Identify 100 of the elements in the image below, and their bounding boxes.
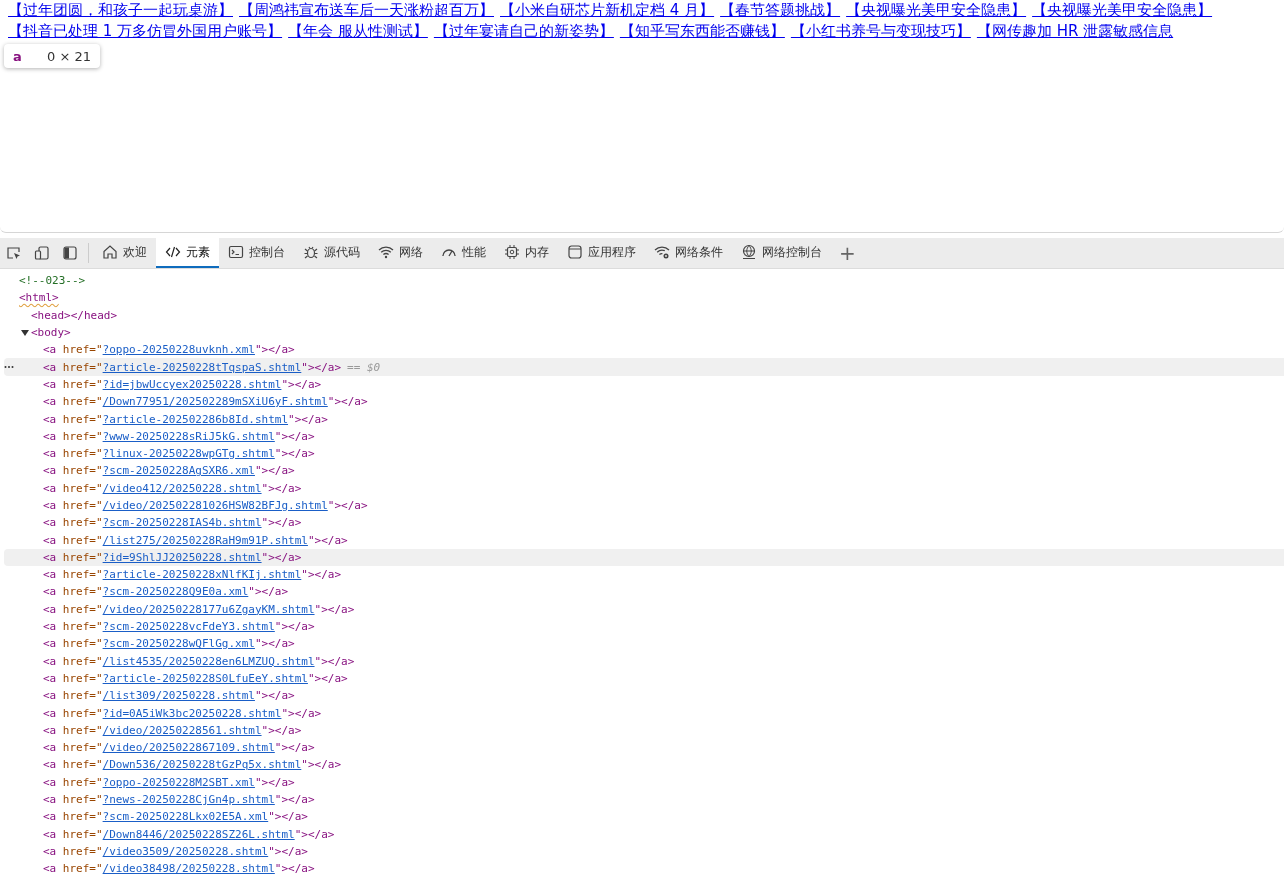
- href-link[interactable]: ?id=jbwUccyex20250228.shtml: [102, 377, 282, 391]
- article-link[interactable]: 【过年团圆，和孩子一起玩桌游】: [8, 0, 233, 21]
- dom-row[interactable]: <a href="?id=0A5iWk3bc20250228.shtml"></a>: [4, 704, 1284, 722]
- devtools-tab[interactable]: 控制台: [219, 238, 294, 268]
- more-options-icon[interactable]: [4, 365, 14, 370]
- dom-row[interactable]: <a href="?id=9ShlJJ20250228.shtml"></a>: [4, 548, 1284, 567]
- href-link[interactable]: /Down77951/202502289mSXiU6yF.shtml: [102, 395, 328, 409]
- href-link[interactable]: ?news-20250228CjGn4p.shtml: [102, 793, 275, 807]
- dom-row[interactable]: <a href="?scm-20250228Q9E0a.xml"></a>: [4, 583, 1284, 601]
- dom-row[interactable]: <a href="/list4535/20250228en6LMZUQ.shtml"></a>: [4, 652, 1284, 670]
- dom-row[interactable]: <a href="/list275/20250228RaH9m91P.shtml"></a>: [4, 531, 1284, 549]
- devtools-tab[interactable]: 网络条件: [645, 238, 732, 268]
- dom-row[interactable]: <a href="?linux-20250228wpGTg.shtml"></a>: [4, 444, 1284, 463]
- dom-row[interactable]: <a href="?article-202502286b8Id.shtml"></a>: [4, 410, 1284, 428]
- href-link[interactable]: ?article-202502286b8Id.shtml: [102, 412, 289, 426]
- href-link[interactable]: /video38498/20250228.shtml: [102, 862, 275, 876]
- article-link[interactable]: 【网传趣加 HR 泄露敏感信息: [976, 21, 1174, 42]
- dom-row[interactable]: <head></head>: [4, 306, 1284, 324]
- dom-row[interactable]: <a href="/list309/20250228.shtml"></a>: [4, 687, 1284, 705]
- href-link[interactable]: ?article-20250228xNlfKIj.shtml: [102, 568, 302, 582]
- tag-markup: <a href=": [43, 637, 103, 651]
- href-link[interactable]: /list275/20250228RaH9m91P.shtml: [102, 533, 308, 547]
- dom-row[interactable]: <html>: [4, 289, 1284, 307]
- tag-markup: <a href=": [43, 827, 103, 841]
- article-link[interactable]: 【过年宴请自己的新姿势】: [433, 21, 614, 42]
- dom-row[interactable]: <a href="/Down8446/20250228SZ26L.shtml"></a>: [4, 825, 1284, 843]
- href-link[interactable]: /video3509/20250228.shtml: [102, 844, 269, 858]
- article-link[interactable]: 【春节答题挑战】: [720, 0, 841, 21]
- article-link[interactable]: 【小红书养号与变现技巧】: [790, 21, 971, 42]
- article-link[interactable]: 【央视曝光美甲安全隐患】: [846, 0, 1027, 21]
- article-link[interactable]: 【知乎写东西能否赚钱】: [619, 21, 785, 42]
- dom-row[interactable]: <body>: [4, 323, 1284, 342]
- dom-row[interactable]: <a href="?scm-20250228wQFlGg.xml"></a>: [4, 635, 1284, 653]
- href-link[interactable]: ?linux-20250228wpGTg.shtml: [102, 447, 275, 461]
- expand-triangle-icon[interactable]: [21, 328, 29, 337]
- dom-row[interactable]: <a href="?scm-20250228vcFdeY3.shtml"></a>: [4, 617, 1284, 636]
- tag-markup: "></a>: [274, 447, 315, 461]
- href-link[interactable]: /Down8446/20250228SZ26L.shtml: [102, 827, 295, 841]
- article-link[interactable]: 【央视曝光美甲安全隐患】: [1032, 0, 1213, 21]
- href-link[interactable]: /video/20250228561.shtml: [102, 723, 262, 737]
- dom-row[interactable]: <a href="?article-20250228xNlfKIj.shtml"></a>: [4, 566, 1284, 584]
- href-link[interactable]: ?scm-20250228Q9E0a.xml: [102, 585, 249, 599]
- tag-markup: <a href=": [43, 741, 103, 755]
- dom-row[interactable]: <a href="?scm-20250228IAS4b.shtml"></a>: [4, 514, 1284, 532]
- devtools-tab[interactable]: 应用程序: [558, 238, 645, 268]
- href-link[interactable]: ?id=9ShlJJ20250228.shtml: [102, 550, 262, 564]
- dom-row[interactable]: <a href="?id=jbwUccyex20250228.shtml"></a>: [4, 375, 1284, 394]
- href-link[interactable]: ?scm-20250228vcFdeY3.shtml: [102, 620, 275, 634]
- devtools-tab[interactable]: 源代码: [294, 238, 369, 268]
- href-link[interactable]: ?oppo-20250228uvknh.xml: [102, 343, 255, 357]
- tag-markup: <a href=": [43, 464, 103, 478]
- dom-row[interactable]: <a href="?article-20250228S0LfuEeY.shtml"></a>: [4, 669, 1284, 688]
- devtools-tab[interactable]: 欢迎: [93, 238, 156, 268]
- dom-row[interactable]: <a href="?article-20250228tTqspaS.shtml"></a> == $0: [4, 358, 1284, 376]
- href-link[interactable]: ?article-20250228tTqspaS.shtml: [102, 360, 302, 374]
- tag-markup: "></a>: [268, 810, 308, 824]
- tag-markup: "></a>: [254, 343, 295, 357]
- href-link[interactable]: ?scm-20250228Lkx02E5A.xml: [102, 810, 269, 824]
- href-link[interactable]: ?article-20250228S0LfuEeY.shtml: [102, 671, 308, 685]
- dom-row[interactable]: <a href="?oppo-20250228M2SBT.xml"></a>: [4, 773, 1284, 791]
- article-link[interactable]: 【小米自研芯片新机定档 4 月】: [500, 0, 715, 21]
- devtools-tab[interactable]: 元素: [156, 238, 219, 268]
- tag-markup: "></a>: [281, 377, 322, 391]
- href-link[interactable]: /video412/20250228.shtml: [102, 481, 262, 495]
- dom-row[interactable]: <a href="?scm-20250228AgSXR6.xml"></a>: [4, 462, 1284, 480]
- href-link[interactable]: ?id=0A5iWk3bc20250228.shtml: [102, 706, 282, 720]
- dom-row[interactable]: <a href="?news-20250228CjGn4p.shtml"></a>: [4, 790, 1284, 809]
- dom-row[interactable]: <a href="/video/2025022867109.shtml"></a>: [4, 739, 1284, 757]
- add-tab-button[interactable]: +: [831, 238, 864, 268]
- article-link[interactable]: 【年会 服从性测试】: [288, 21, 428, 42]
- dom-row[interactable]: <a href="/video/20250228177u6ZgayKM.shtml"></a>: [4, 600, 1284, 618]
- dom-row[interactable]: <a href="/video3509/20250228.shtml"></a>: [4, 842, 1284, 861]
- href-link[interactable]: /list309/20250228.shtml: [102, 689, 255, 703]
- article-link[interactable]: 【周鸿祎宣布送车后一天涨粉超百万】: [239, 0, 494, 21]
- href-link[interactable]: ?scm-20250228IAS4b.shtml: [102, 516, 262, 530]
- tag-markup: "></a>: [261, 481, 302, 495]
- href-link[interactable]: /video/20250228177u6ZgayKM.shtml: [102, 602, 315, 616]
- devtools-tab[interactable]: 性能: [432, 238, 495, 268]
- href-link[interactable]: ?oppo-20250228M2SBT.xml: [102, 775, 255, 789]
- href-link[interactable]: ?scm-20250228wQFlGg.xml: [102, 637, 255, 651]
- devtools-tab[interactable]: 内存: [495, 238, 558, 268]
- dom-row[interactable]: <a href="/Down77951/202502289mSXiU6yF.shtml"></a>: [4, 393, 1284, 411]
- dom-row[interactable]: <a href="?scm-20250228Lkx02E5A.xml"></a>: [4, 808, 1284, 826]
- href-link[interactable]: /video/202502281026HSW82BFJg.shtml: [102, 499, 328, 512]
- href-link[interactable]: /video/2025022867109.shtml: [102, 741, 275, 755]
- devtools-tab[interactable]: 网络: [369, 238, 432, 268]
- article-link[interactable]: 【抖音已处理 1 万多仿冒外国用户账号】: [8, 21, 283, 42]
- dom-row[interactable]: <a href="/video412/20250228.shtml"></a>: [4, 479, 1284, 497]
- dom-row[interactable]: <a href="/video38498/20250228.shtml"></a>: [4, 860, 1284, 878]
- dom-row[interactable]: <a href="?www-20250228sRiJ5kG.shtml"></a>: [4, 427, 1284, 445]
- href-link[interactable]: /Down536/20250228tGzPq5x.shtml: [102, 758, 302, 772]
- href-link[interactable]: /list4535/20250228en6LMZUQ.shtml: [102, 654, 315, 668]
- dom-row[interactable]: <a href="/video/20250228561.shtml"></a>: [4, 721, 1284, 739]
- href-link[interactable]: ?scm-20250228AgSXR6.xml: [102, 464, 255, 478]
- href-link[interactable]: ?www-20250228sRiJ5kG.shtml: [102, 429, 275, 443]
- dom-row[interactable]: <!--023-->: [4, 272, 1284, 290]
- devtools-tab[interactable]: 网络控制台: [732, 238, 831, 268]
- dom-row[interactable]: <a href="/video/202502281026HSW82BFJg.shtml"></a>: [4, 496, 1284, 515]
- dom-row[interactable]: <a href="/Down536/20250228tGzPq5x.shtml"></a>: [4, 756, 1284, 774]
- dom-row[interactable]: <a href="?oppo-20250228uvknh.xml"></a>: [4, 341, 1284, 359]
